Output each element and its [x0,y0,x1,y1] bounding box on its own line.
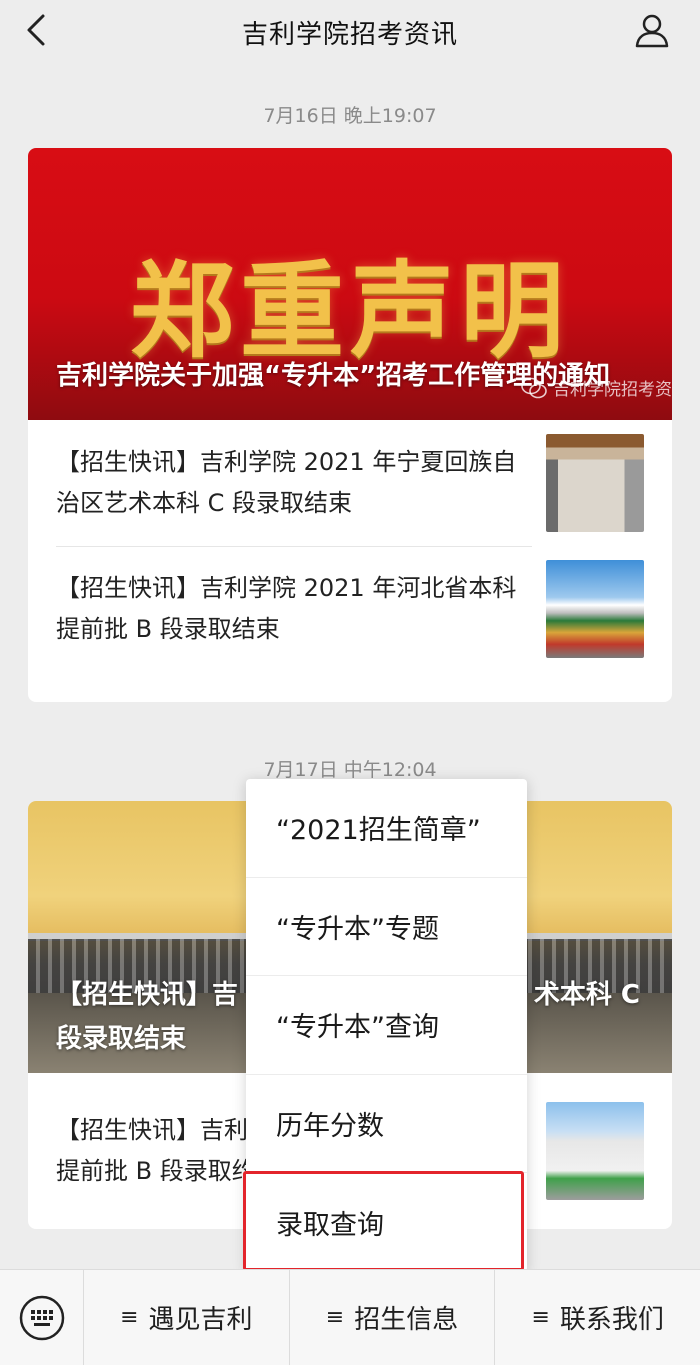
cover-title-fragment: 段录取结束 [56,1024,187,1054]
menu-item-historical-scores[interactable]: 历年分数 [246,1075,527,1173]
watermark: 吉利学院招考资 [521,375,672,400]
menu-lines-icon: ≡ [325,1305,345,1330]
article-thumbnail [546,560,644,658]
page-title: 吉利学院招考资讯 [241,19,458,50]
article-card: 郑重声明 吉利学院关于加强“专升本”招考工作管理的通知 吉利学院招考资 【招生快… [28,148,672,702]
menu-item-upgrade-topic[interactable]: “专升本”专题 [246,878,527,976]
back-button[interactable] [18,12,54,48]
menu-item-admission-query[interactable]: 录取查询 [246,1173,527,1272]
profile-button[interactable] [632,10,672,50]
watermark-text: 吉利学院招考资 [553,380,672,400]
tab-label: 招生信息 [354,1305,459,1335]
menu-item-admission-brochure[interactable]: “2021招生简章” [246,779,527,878]
menu-item-upgrade-query[interactable]: “专升本”查询 [246,976,527,1075]
article-thumbnail [546,434,644,532]
keyboard-toggle-button[interactable] [0,1269,84,1365]
article-title: 【招生快讯】吉利学院 2021 年宁夏回族自治区艺术本科 C 段录取结束 [56,448,517,517]
tab-admission-info[interactable]: ≡ 招生信息 [290,1269,496,1365]
tab-label: 遇见吉利 [148,1305,253,1335]
article-list-item[interactable]: 【招生快讯】吉利学院 2021 年河北省本科提前批 B 段录取结束 [28,546,672,672]
submenu-popup: “2021招生简章” “专升本”专题 “专升本”查询 历年分数 录取查询 [246,779,527,1272]
article-list-item[interactable]: 【招生快讯】吉利学院 2021 年宁夏回族自治区艺术本科 C 段录取结束 [28,420,672,546]
keyboard-icon [19,1295,64,1340]
cover-article-title: 【招生快讯】吉 段录取结束 [56,973,238,1061]
menu-lines-icon: ≡ [120,1305,139,1330]
message-timestamp: 7月17日 中午12:04 [263,759,437,781]
top-nav-bar: 吉利学院招考资讯 [0,0,700,64]
article-title: 【招生快讯】吉利学院 2021 年河北省本科提前批 B 段录取结束 [56,574,517,643]
cover-title-fragment: 【招生快讯】吉 [56,980,239,1010]
message-timestamp: 7月16日 晚上19:07 [263,105,437,127]
article-cover[interactable]: 郑重声明 吉利学院关于加强“专升本”招考工作管理的通知 吉利学院招考资 [28,148,672,420]
cover-title-fragment: 术本科 C [533,980,640,1010]
wechat-icon [521,377,547,398]
article-thumbnail [546,1102,644,1200]
tab-meet-geely[interactable]: ≡ 遇见吉利 [84,1269,290,1365]
tab-contact-us[interactable]: ≡ 联系我们 [495,1270,700,1365]
tab-label: 联系我们 [559,1305,664,1335]
bottom-menu-bar: ≡ 遇见吉利 ≡ 招生信息 ≡ 联系我们 [0,1269,700,1365]
person-icon [635,14,669,48]
chevron-left-icon [27,14,45,46]
menu-lines-icon: ≡ [531,1305,550,1330]
